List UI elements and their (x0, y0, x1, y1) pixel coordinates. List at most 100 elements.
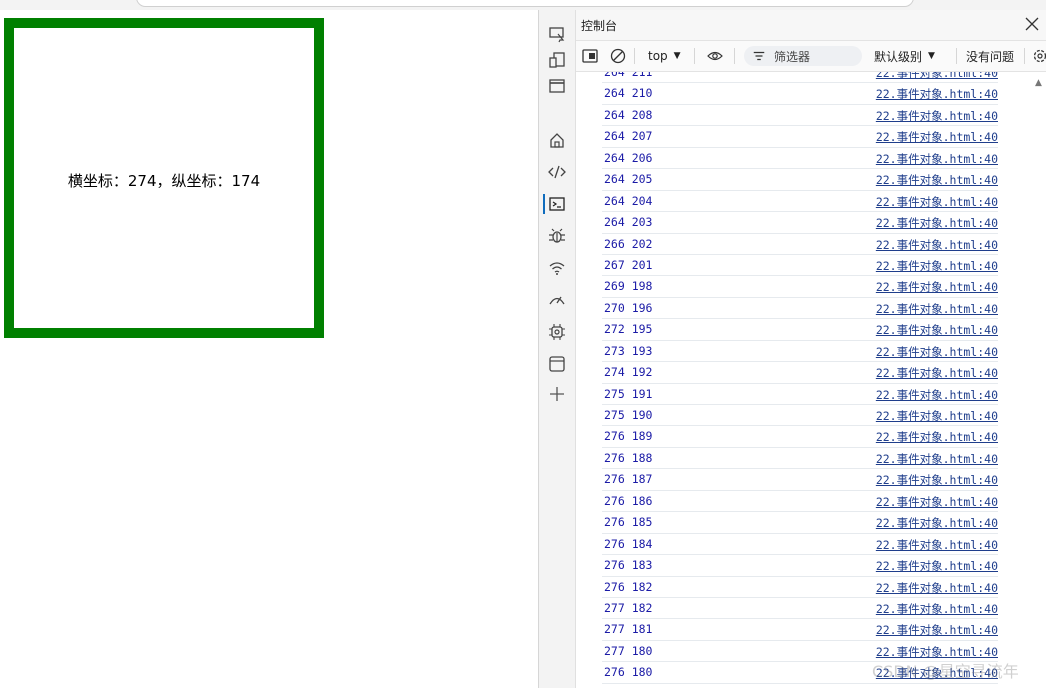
log-message: 264 204 (604, 193, 653, 208)
console-log-row: 272 195 22.事件对象.html:40 (602, 319, 998, 341)
console-log-row: 264 207 22.事件对象.html:40 (602, 126, 998, 148)
clear-console-icon[interactable] (610, 47, 626, 65)
log-message: 266 202 (604, 236, 653, 251)
log-message: 273 193 (604, 343, 653, 358)
mouse-tracking-box[interactable]: 横坐标：274，纵坐标：174 (4, 18, 324, 338)
console-log-row: 275 190 22.事件对象.html:40 (602, 405, 998, 427)
console-output[interactable]: 264 211 22.事件对象.html:40 264 210 22.事件对象.htm… (576, 72, 1046, 688)
log-source-link[interactable]: 22.事件对象.html:40 (876, 344, 998, 360)
log-message: 264 207 (604, 129, 653, 144)
log-source-link[interactable]: 22.事件对象.html:40 (876, 72, 998, 81)
log-source-link[interactable]: 22.事件对象.html:40 (876, 86, 998, 102)
console-settings-gear-icon[interactable] (1032, 47, 1046, 65)
log-message: 270 196 (604, 300, 653, 315)
console-log-row: 274 192 22.事件对象.html:40 (602, 362, 998, 384)
log-source-link[interactable]: 22.事件对象.html:40 (876, 215, 998, 231)
wifi-icon[interactable] (547, 258, 567, 278)
settings-chip-icon[interactable] (547, 322, 567, 342)
console-log-row: 269 198 22.事件对象.html:40 (602, 276, 998, 298)
console-log-row: 276 183 22.事件对象.html:40 (602, 555, 998, 577)
log-message: 264 203 (604, 215, 653, 230)
window-icon[interactable] (547, 76, 567, 96)
log-message: 264 206 (604, 150, 653, 165)
log-source-link[interactable]: 22.事件对象.html:40 (876, 580, 998, 596)
close-icon[interactable] (1023, 15, 1041, 33)
log-source-link[interactable]: 22.事件对象.html:40 (876, 322, 998, 338)
log-message: 272 195 (604, 322, 653, 337)
toolbar-divider (634, 48, 635, 64)
log-message: 264 211 (604, 72, 653, 79)
log-source-link[interactable]: 22.事件对象.html:40 (876, 279, 998, 295)
console-log-row: 276 187 22.事件对象.html:40 (602, 469, 998, 491)
console-log-row: 264 205 22.事件对象.html:40 (602, 169, 998, 191)
panel-title: 控制台 (581, 19, 618, 33)
log-source-link[interactable]: 22.事件对象.html:40 (876, 558, 998, 574)
log-source-link[interactable]: 22.事件对象.html:40 (876, 172, 998, 188)
log-source-link[interactable]: 22.事件对象.html:40 (876, 194, 998, 210)
console-scrollbar[interactable]: ▲ (1031, 72, 1046, 688)
log-source-link[interactable]: 22.事件对象.html:40 (876, 451, 998, 467)
log-source-link[interactable]: 22.事件对象.html:40 (876, 108, 998, 124)
log-source-link[interactable]: 22.事件对象.html:40 (876, 515, 998, 531)
log-source-link[interactable]: 22.事件对象.html:40 (876, 494, 998, 510)
log-source-link[interactable]: 22.事件对象.html:40 (876, 408, 998, 424)
console-log-row: 264 203 22.事件对象.html:40 (602, 212, 998, 234)
bug-icon[interactable] (547, 226, 567, 246)
log-message: 267 201 (604, 257, 653, 272)
devtools-title-bar: 控制台 (576, 10, 1046, 41)
device-emulation-icon[interactable] (547, 24, 567, 44)
console-log-row: 264 210 22.事件对象.html:40 (602, 83, 998, 105)
log-message: 276 182 (604, 579, 653, 594)
issues-button[interactable]: 没有问题 (966, 47, 1014, 65)
log-message: 275 191 (604, 386, 653, 401)
add-icon[interactable] (547, 384, 567, 404)
context-selector[interactable]: top ▼ (648, 47, 681, 65)
dropdown-arrow-icon: ▼ (673, 51, 681, 61)
filter-icon (753, 51, 765, 61)
log-source-link[interactable]: 22.事件对象.html:40 (876, 472, 998, 488)
address-bar[interactable] (136, 0, 914, 7)
log-source-link[interactable]: 22.事件对象.html:40 (876, 622, 998, 638)
log-source-link[interactable]: 22.事件对象.html:40 (876, 237, 998, 253)
console-log-row: 264 211 22.事件对象.html:40 (602, 72, 998, 84)
log-source-link[interactable]: 22.事件对象.html:40 (876, 301, 998, 317)
console-log-row: 276 185 22.事件对象.html:40 (602, 512, 998, 534)
live-expression-eye-icon[interactable] (707, 47, 723, 65)
watermark: CSDN @星空寻流年 (872, 662, 1019, 681)
application-icon[interactable] (547, 354, 567, 374)
console-log-list: 264 211 22.事件对象.html:40 264 210 22.事件对象.htm… (576, 72, 1036, 684)
toolbar-divider (694, 48, 695, 64)
dropdown-arrow-icon: ▼ (928, 51, 935, 61)
log-message: 276 185 (604, 515, 653, 530)
log-message: 264 210 (604, 86, 653, 101)
log-level-selector[interactable]: 默认级别 ▼ (874, 47, 935, 65)
context-label: top (648, 49, 668, 63)
console-log-row: 276 188 22.事件对象.html:40 (602, 448, 998, 470)
sidebar-toggle-icon[interactable] (582, 47, 598, 65)
log-source-link[interactable]: 22.事件对象.html:40 (876, 129, 998, 145)
log-message: 276 186 (604, 493, 653, 508)
code-icon[interactable] (547, 162, 567, 182)
issues-label: 没有问题 (966, 49, 1015, 64)
log-source-link[interactable]: 22.事件对象.html:40 (876, 258, 998, 274)
console-log-row: 264 208 22.事件对象.html:40 (602, 105, 998, 127)
devtools-panel: 控制台 top ▼ 筛选器 默认级别 ▼ 没有问题 264 211 22.事件对… (538, 10, 1046, 688)
log-source-link[interactable]: 22.事件对象.html:40 (876, 387, 998, 403)
log-message: 277 182 (604, 600, 653, 615)
device-toggle-icon[interactable] (547, 50, 567, 70)
console-icon[interactable] (543, 194, 567, 214)
performance-icon[interactable] (547, 290, 567, 310)
log-source-link[interactable]: 22.事件对象.html:40 (876, 365, 998, 381)
log-source-link[interactable]: 22.事件对象.html:40 (876, 537, 998, 553)
log-source-link[interactable]: 22.事件对象.html:40 (876, 151, 998, 167)
devtools-activity-bar (539, 10, 576, 688)
page-viewport: 横坐标：274，纵坐标：174 (0, 10, 538, 688)
console-log-row: 276 189 22.事件对象.html:40 (602, 426, 998, 448)
home-icon[interactable] (547, 130, 567, 150)
scroll-up-arrow-icon[interactable]: ▲ (1035, 78, 1042, 88)
log-source-link[interactable]: 22.事件对象.html:40 (876, 601, 998, 617)
log-source-link[interactable]: 22.事件对象.html:40 (876, 429, 998, 445)
log-message: 275 190 (604, 408, 653, 422)
filter-input[interactable]: 筛选器 (744, 46, 862, 66)
log-message: 264 208 (604, 107, 653, 122)
